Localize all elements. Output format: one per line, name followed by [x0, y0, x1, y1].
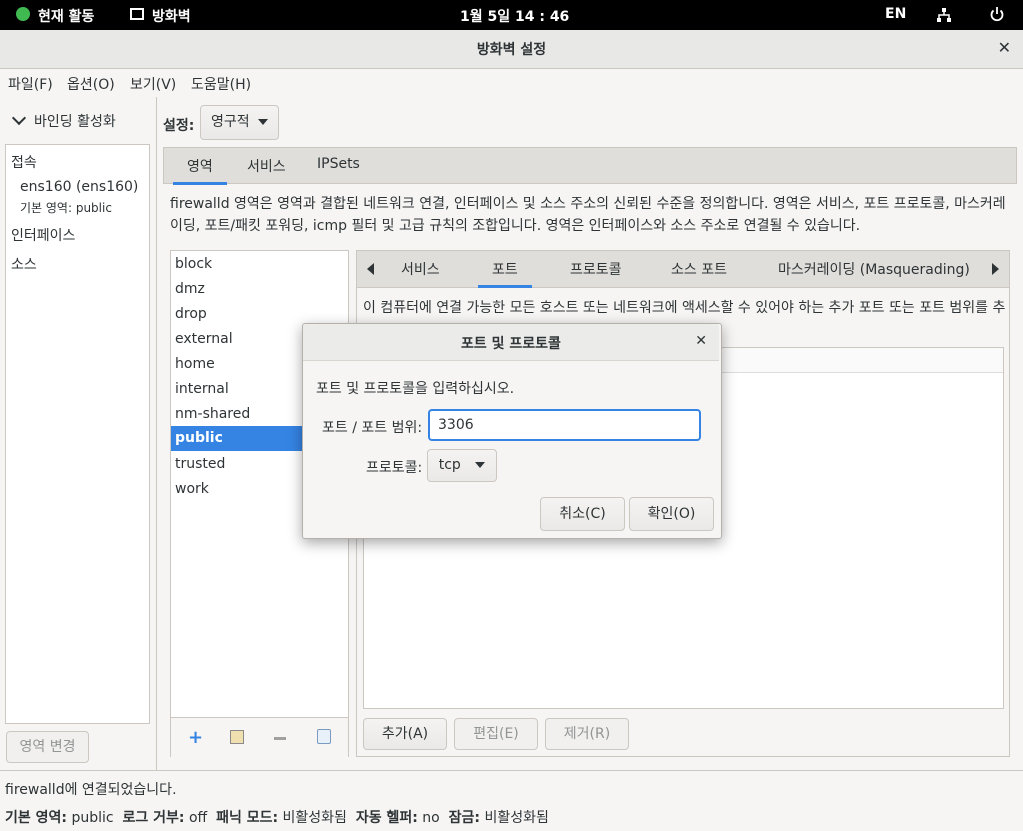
- status-bar: firewalld에 연결되었습니다. 기본 영역: public 로그 거부:…: [0, 770, 1023, 831]
- dialog-header: 포트 및 프로토콜 ✕: [303, 324, 719, 361]
- dropdown-arrow-icon: [258, 119, 269, 125]
- binding-expander[interactable]: 바인딩 활성화: [11, 110, 116, 131]
- dialog-close-icon[interactable]: ✕: [695, 333, 707, 349]
- scroll-right-icon[interactable]: [992, 263, 999, 275]
- chevron-down-icon: [11, 110, 27, 126]
- subtab-services[interactable]: 서비스: [401, 259, 440, 279]
- change-zone-button[interactable]: 영역 변경: [6, 731, 89, 763]
- ok-button[interactable]: 확인(O): [629, 497, 714, 531]
- scroll-left-icon[interactable]: [367, 263, 374, 275]
- firewall-app-icon: [130, 8, 144, 20]
- sources-header[interactable]: 소스: [11, 254, 37, 274]
- default-zone-value: public: [71, 810, 114, 826]
- menu-view[interactable]: 보기(V): [130, 74, 176, 94]
- connection-status: firewalld에 연결되었습니다.: [5, 782, 177, 798]
- main-tabbar: 영역 서비스 IPSets: [163, 147, 1017, 185]
- zone-item[interactable]: internal: [175, 381, 229, 397]
- menu-options[interactable]: 옵션(O): [67, 74, 115, 94]
- zone-item[interactable]: home: [175, 356, 215, 372]
- power-icon[interactable]: [989, 6, 1005, 22]
- close-icon[interactable]: ✕: [998, 38, 1011, 57]
- language-indicator[interactable]: EN: [885, 6, 906, 22]
- connection-item[interactable]: ens160 (ens160): [20, 179, 138, 195]
- activities-icon[interactable]: [16, 7, 30, 21]
- dialog-prompt: 포트 및 프로토콜을 입력하십시오.: [316, 381, 515, 397]
- app-menu[interactable]: 방화벽: [152, 6, 191, 26]
- log-denied-value: off: [188, 810, 208, 826]
- tab-zones[interactable]: 영역: [173, 156, 227, 185]
- menu-bar: 파일(F) 옵션(O) 보기(V) 도움말(H): [0, 69, 1023, 97]
- left-pane: 바인딩 활성화 접속 ens160 (ens160) 기본 영역: public…: [0, 97, 157, 770]
- panic-mode-value: 비활성화됨: [282, 810, 347, 826]
- top-bar: 현재 활동 방화벽 1월 5일 14 : 46 EN: [0, 0, 1023, 30]
- port-range-value: 3306: [438, 417, 474, 433]
- port-protocol-dialog: 포트 및 프로토콜 ✕ 포트 및 프로토콜을 입력하십시오. 포트 / 포트 범…: [302, 323, 722, 539]
- protocol-dropdown[interactable]: tcp: [427, 449, 497, 482]
- status-details: 기본 영역: public 로그 거부: off 패닉 모드: 비활성화됨 자동…: [5, 807, 549, 827]
- subtab-bar: 서비스 포트 프로토콜 소스 포트 마스커레이딩 (Masquerading): [357, 251, 1009, 288]
- subtab-source-ports[interactable]: 소스 포트: [671, 259, 727, 279]
- zone-item[interactable]: drop: [175, 306, 207, 322]
- log-denied-label: 로그 거부:: [122, 810, 185, 826]
- port-range-input[interactable]: 3306: [428, 409, 701, 441]
- window-title: 방화벽 설정: [476, 42, 547, 58]
- remove-icon[interactable]: [274, 737, 286, 740]
- zone-toolbar: +: [171, 717, 348, 757]
- dropdown-arrow-icon: [475, 462, 486, 468]
- subtab-protocols[interactable]: 프로토콜: [570, 259, 622, 279]
- zone-item[interactable]: nm-shared: [175, 406, 250, 422]
- panic-mode-label: 패닉 모드:: [216, 810, 279, 826]
- menu-file[interactable]: 파일(F): [8, 74, 53, 94]
- settings-mode-dropdown[interactable]: 영구적: [200, 105, 279, 140]
- reload-icon[interactable]: [317, 729, 331, 744]
- zone-item[interactable]: external: [175, 331, 233, 347]
- edit-icon[interactable]: [230, 730, 244, 744]
- auto-helpers-label: 자동 헬퍼:: [355, 810, 418, 826]
- settings-label: 설정:: [163, 118, 195, 134]
- subtab-ports[interactable]: 포트: [478, 259, 532, 288]
- activities-button[interactable]: 현재 활동: [38, 6, 94, 26]
- add-icon[interactable]: +: [188, 727, 203, 748]
- remove-port-button[interactable]: 제거(R): [545, 718, 629, 750]
- default-zone-label: 기본 영역:: [5, 810, 67, 826]
- lockdown-value: 비활성화됨: [484, 810, 549, 826]
- port-range-label: 포트 / 포트 범위:: [322, 420, 423, 436]
- port-description: 이 컴퓨터에 연결 가능한 모든 호스트 또는 네트워크에 액세스할 수 있어야…: [363, 300, 1006, 316]
- lockdown-label: 잠금:: [448, 810, 480, 826]
- auto-helpers-value: no: [422, 810, 440, 826]
- zone-item[interactable]: block: [175, 256, 212, 272]
- window-titlebar: 방화벽 설정 ✕: [0, 30, 1023, 69]
- subtab-masquerading[interactable]: 마스커레이딩 (Masquerading): [778, 259, 970, 279]
- protocol-label: 프로토콜:: [366, 460, 423, 476]
- cancel-button[interactable]: 취소(C): [540, 497, 625, 531]
- zone-item[interactable]: dmz: [175, 281, 205, 297]
- tab-services[interactable]: 서비스: [247, 156, 286, 176]
- network-icon[interactable]: [936, 7, 952, 23]
- zone-item-selected[interactable]: public: [171, 426, 303, 451]
- dialog-title: 포트 및 프로토콜: [461, 336, 561, 352]
- settings-mode-value: 영구적: [210, 114, 250, 130]
- interfaces-header[interactable]: 인터페이스: [11, 225, 75, 245]
- edit-port-button[interactable]: 편집(E): [454, 718, 538, 750]
- binding-label: 바인딩 활성화: [34, 114, 116, 130]
- connections-header[interactable]: 접속: [11, 152, 37, 172]
- add-port-button[interactable]: 추가(A): [363, 718, 447, 750]
- zone-item[interactable]: trusted: [175, 456, 225, 472]
- protocol-value: tcp: [438, 457, 461, 473]
- connection-zone: 기본 영역: public: [20, 201, 112, 215]
- binding-list: 접속 ens160 (ens160) 기본 영역: public 인터페이스 소…: [5, 144, 150, 724]
- menu-help[interactable]: 도움말(H): [191, 74, 251, 94]
- clock[interactable]: 1월 5일 14 : 46: [460, 6, 569, 26]
- tab-ipsets[interactable]: IPSets: [317, 156, 360, 172]
- zone-item[interactable]: work: [175, 481, 209, 497]
- zone-description: firewalld 영역은 영역과 결합된 네트워크 연결, 인터페이스 및 소…: [170, 196, 1006, 234]
